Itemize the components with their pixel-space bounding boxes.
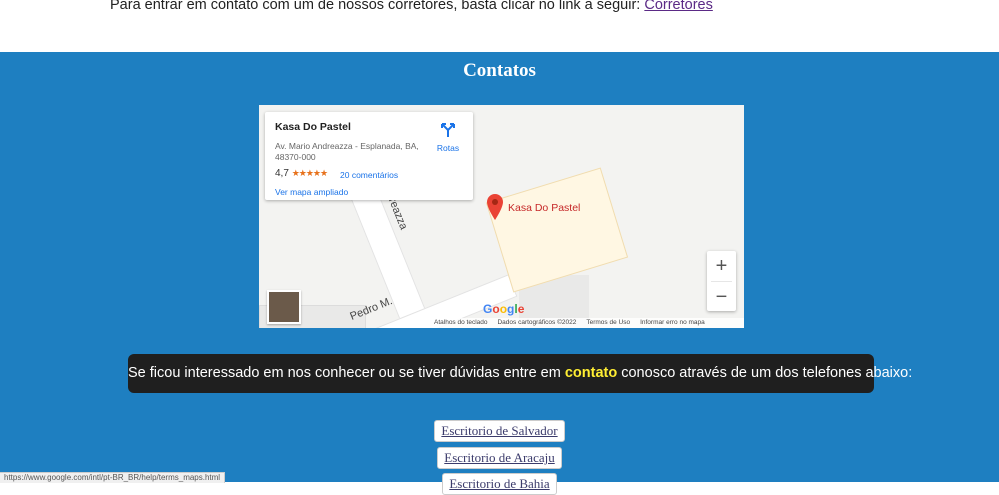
zoom-in-button[interactable]: + [707, 251, 736, 281]
map-embed[interactable]: dreazza Pedro M. Kasa Do Pastel Av. Mari… [259, 105, 744, 328]
pin-label: Kasa Do Pastel [508, 202, 581, 214]
map-parcel [485, 167, 629, 293]
directions-icon [441, 123, 455, 137]
section-title: Contatos [463, 60, 536, 81]
keyboard-shortcuts-link[interactable]: Atalhos do teclado [434, 318, 487, 328]
google-logo: Google [483, 302, 525, 316]
intro-section: Para entrar em contato com um de nossos … [0, 0, 999, 52]
report-error-link[interactable]: Informar erro no mapa [640, 318, 705, 328]
view-larger-map-link[interactable]: Ver mapa ampliado [275, 187, 348, 197]
banner-text-after: conosco através de um dos telefones abai… [617, 365, 913, 381]
banner-highlight: contato [564, 365, 618, 381]
intro-paragraph: Para entrar em contato com um de nossos … [110, 0, 713, 13]
street-view-thumbnail[interactable] [267, 290, 301, 324]
rating-value: 4,7 [275, 168, 289, 179]
rating-stars-icon: ★★★★★ [291, 168, 328, 178]
office-button-bahia[interactable]: Escritorio de Bahia [442, 473, 557, 495]
office-row: Escritorio de Aracaju [0, 447, 999, 469]
place-rating: 4,7 ★★★★★ [275, 168, 328, 179]
place-address: Av. Mario Andreazza - Esplanada, BA, 483… [275, 141, 419, 162]
office-button-salvador[interactable]: Escritorio de Salvador [434, 420, 565, 442]
reviews-link[interactable]: 20 comentários [340, 170, 398, 180]
office-row: Escritorio de Salvador [0, 420, 999, 442]
terms-link[interactable]: Termos de Uso [586, 318, 630, 328]
map-attribution: Atalhos do teclado Dados cartográficos ©… [429, 318, 744, 328]
zoom-out-button[interactable]: − [707, 282, 736, 312]
map-pin-icon[interactable] [487, 194, 503, 220]
banner-text-before: Se ficou interessado em nos conhecer ou … [128, 365, 565, 381]
office-button-aracaju[interactable]: Escritorio de Aracaju [437, 447, 562, 469]
contact-banner: Se ficou interessado em nos conhecer ou … [128, 354, 912, 393]
corretores-link[interactable]: Corretores [644, 0, 713, 13]
status-bar-url: https://www.google.com/intl/pt-BR_BR/hel… [0, 472, 226, 483]
road-label: Pedro M. [348, 295, 395, 323]
intro-text: Para entrar em contato com um de nossos … [110, 0, 641, 13]
directions-label: Rotas [436, 143, 460, 153]
zoom-controls: + − [707, 251, 736, 311]
map-data-text: Dados cartográficos ©2022 [497, 319, 577, 326]
place-card: Kasa Do Pastel Av. Mario Andreazza - Esp… [265, 112, 473, 200]
place-name: Kasa Do Pastel [275, 121, 351, 133]
directions-button[interactable]: Rotas [433, 122, 463, 153]
